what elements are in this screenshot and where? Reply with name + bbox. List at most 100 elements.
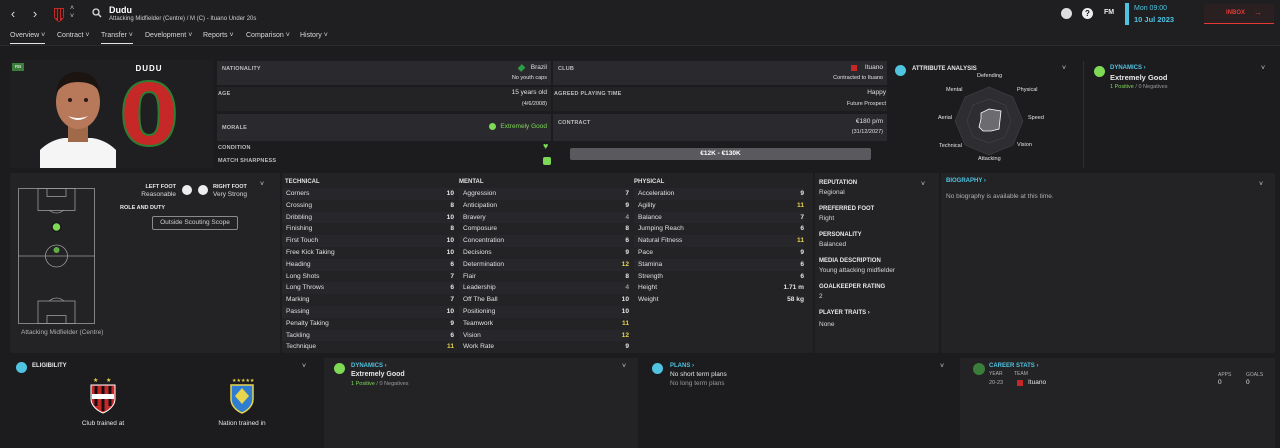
attribute-row[interactable]: Work Rate 9 xyxy=(459,341,629,353)
left-foot-label: LEFT FOOT xyxy=(145,184,176,190)
attribute-analysis-panel: ATTRIBUTE ANALYSIS ˅ Defending Physical … xyxy=(892,61,1076,168)
attribute-name: Teamwork xyxy=(463,319,494,327)
career-team[interactable]: Ituano xyxy=(1028,379,1046,386)
attribute-name: Balance xyxy=(638,213,662,221)
attribute-row[interactable]: Flair 8 xyxy=(459,271,629,283)
attribute-row[interactable]: Decisions 9 xyxy=(459,247,629,259)
chevron-down-icon[interactable]: ˅ xyxy=(940,363,944,370)
attribute-row[interactable]: Agility 11 xyxy=(634,200,804,212)
attribute-row[interactable]: Natural Fitness 11 xyxy=(634,235,804,247)
game-date[interactable]: 10 Jul 2023 xyxy=(1134,15,1174,24)
attribute-value: 6 xyxy=(800,225,804,233)
attribute-row[interactable]: Anticipation 9 xyxy=(459,200,629,212)
attribute-value: 10 xyxy=(621,296,629,304)
attribute-row[interactable]: Corners 10 xyxy=(282,188,454,200)
attribute-row[interactable]: Aggression 7 xyxy=(459,188,629,200)
attribute-row[interactable]: Tackling 6 xyxy=(282,329,454,342)
tab-history[interactable]: History ˅ xyxy=(300,32,328,44)
svg-text:★: ★ xyxy=(93,377,98,384)
chevron-down-icon[interactable]: ˅ xyxy=(622,363,626,370)
attribute-row[interactable]: Long Throws 6 xyxy=(282,282,454,295)
transfer-value-bar[interactable]: €12K - €130K xyxy=(570,148,871,160)
right-foot-label: RIGHT FOOT xyxy=(213,184,247,190)
brazil-crest-icon[interactable]: ★★★★★ xyxy=(228,376,256,414)
club-value[interactable]: Ituano xyxy=(865,64,883,71)
dynamics-bottom-title[interactable]: DYNAMICS › xyxy=(351,363,387,369)
tab-transfer[interactable]: Transfer ˅ xyxy=(101,32,133,44)
attribute-row[interactable]: Free Kick Taking 10 xyxy=(282,247,454,259)
attribute-name: Long Shots xyxy=(286,272,320,280)
morale-value[interactable]: Extremely Good xyxy=(500,123,547,130)
wage-value[interactable]: €180 p/m xyxy=(856,118,883,125)
match-sharpness-label: MATCH SHARPNESS xyxy=(218,158,277,164)
attribute-row[interactable]: Marking 7 xyxy=(282,294,454,306)
tab-comparison[interactable]: Comparison ˅ xyxy=(246,32,290,44)
attribute-row[interactable]: Composure 8 xyxy=(459,223,629,235)
top-bar: ‹ › ˄ ˅ Dudu Attacking Midfielder (Centre… xyxy=(0,0,1280,29)
attribute-value: 10 xyxy=(446,190,454,197)
tab-reports[interactable]: Reports ˅ xyxy=(203,32,234,44)
chevron-down-icon[interactable]: ˅ xyxy=(260,181,264,188)
back-icon[interactable]: ‹ xyxy=(6,6,20,22)
contract-status: Contracted to Ituano xyxy=(833,75,883,81)
nationality-value[interactable]: Brazil xyxy=(531,64,547,71)
attribute-row[interactable]: First Touch 10 xyxy=(282,235,454,247)
chevron-down-icon[interactable]: ˅ xyxy=(921,181,925,188)
attribute-row[interactable]: Teamwork 11 xyxy=(459,318,629,330)
attribute-row[interactable]: Passing 10 xyxy=(282,306,454,318)
attribute-row[interactable]: Concentration 6 xyxy=(459,235,629,247)
attribute-row[interactable]: Jumping Reach 6 xyxy=(634,223,804,235)
attribute-row[interactable]: Finishing 8 xyxy=(282,223,454,235)
attribute-row[interactable]: Determination 12 xyxy=(459,258,629,271)
ituano-crest-icon[interactable]: ★ ★ xyxy=(88,376,118,414)
attribute-name: Leadership xyxy=(463,284,496,292)
attribute-row[interactable]: Balance 7 xyxy=(634,211,804,224)
axis-technical: Technical xyxy=(939,143,962,149)
attribute-name: Long Throws xyxy=(286,284,324,292)
chevron-down-icon[interactable]: ˅ xyxy=(1261,65,1265,72)
career-goals: 0 xyxy=(1246,379,1250,386)
attribute-row[interactable]: Acceleration 9 xyxy=(634,188,804,200)
attribute-row[interactable]: Vision 12 xyxy=(459,329,629,342)
scouting-scope-button[interactable]: Outside Scouting Scope xyxy=(152,216,238,230)
attribute-value: 11 xyxy=(797,237,804,245)
player-nav-arrows-icon[interactable]: ˄ ˅ xyxy=(70,5,74,21)
tab-development[interactable]: Development ˅ xyxy=(145,32,192,44)
attribute-row[interactable]: Stamina 6 xyxy=(634,258,804,271)
attribute-row[interactable]: Penalty Taking 9 xyxy=(282,318,454,330)
tab-overview[interactable]: Overview ˅ xyxy=(10,32,46,44)
attribute-row[interactable]: Heading 6 xyxy=(282,258,454,271)
club-crest-icon[interactable] xyxy=(53,6,65,22)
attribute-row[interactable]: Off The Ball 10 xyxy=(459,294,629,306)
attribute-row[interactable]: Pace 9 xyxy=(634,247,804,259)
attribute-value: 4 xyxy=(625,213,629,221)
chevron-down-icon[interactable]: ˅ xyxy=(302,363,306,370)
attribute-row[interactable]: Positioning 10 xyxy=(459,306,629,318)
fm-menu-button[interactable]: FM xyxy=(1104,9,1114,16)
inbox-button[interactable]: INBOX → xyxy=(1204,4,1274,24)
tab-contract[interactable]: Contract ˅ xyxy=(57,32,90,44)
career-stats-title[interactable]: CAREER STATS › xyxy=(989,363,1038,369)
forward-icon[interactable]: › xyxy=(28,6,42,22)
plans-title[interactable]: PLANS › xyxy=(670,363,694,369)
chevron-down-icon[interactable]: ˅ xyxy=(1259,181,1263,188)
skull-icon[interactable] xyxy=(1061,8,1072,19)
attribute-row[interactable]: Technique 11 xyxy=(282,341,454,353)
dynamics-title[interactable]: DYNAMICS › xyxy=(1110,65,1146,71)
attribute-value: 7 xyxy=(450,272,454,280)
attribute-row[interactable]: Leadership 4 xyxy=(459,282,629,295)
attribute-row[interactable]: Crossing 8 xyxy=(282,200,454,212)
attribute-row[interactable]: Strength 6 xyxy=(634,271,804,283)
chevron-down-icon[interactable]: ˅ xyxy=(1062,65,1066,72)
help-icon[interactable]: ? xyxy=(1082,8,1093,19)
attribute-row[interactable]: Bravery 4 xyxy=(459,211,629,224)
attribute-value: 10 xyxy=(446,308,454,315)
preferred-foot-label: PREFERRED FOOT xyxy=(819,206,875,212)
search-icon[interactable] xyxy=(92,8,102,20)
attribute-row[interactable]: Dribbling 10 xyxy=(282,211,454,224)
biography-title[interactable]: BIOGRAPHY › xyxy=(946,178,986,184)
player-traits-label[interactable]: PLAYER TRAITS › xyxy=(819,310,870,316)
attribute-row[interactable]: Long Shots 7 xyxy=(282,271,454,283)
attribute-value: 8 xyxy=(625,272,629,280)
attribute-name: Finishing xyxy=(286,225,313,233)
